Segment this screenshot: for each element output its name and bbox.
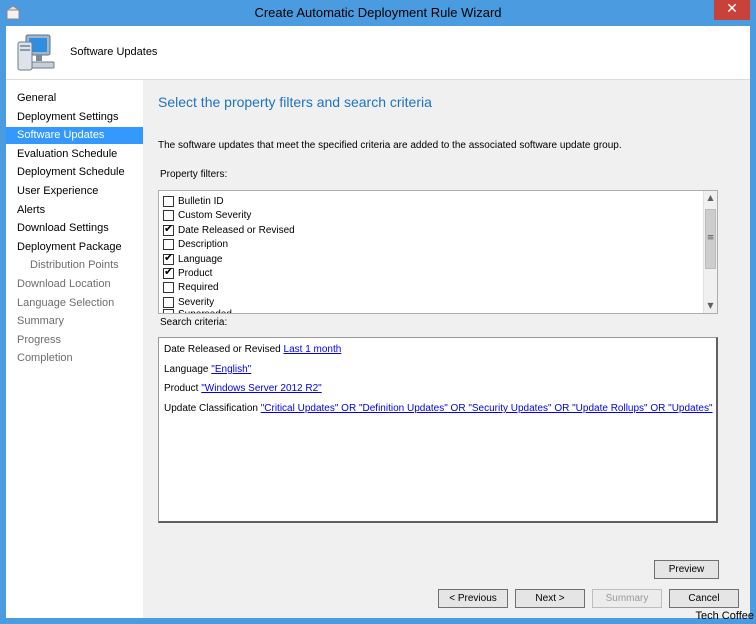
filter-checkbox[interactable] bbox=[163, 238, 174, 250]
cancel-button[interactable]: Cancel bbox=[669, 589, 739, 608]
close-button[interactable]: ✕ bbox=[714, 0, 750, 20]
summary-button[interactable]: Summary bbox=[592, 589, 662, 608]
checkmark-icon: ✔ bbox=[164, 250, 174, 264]
search-criteria-label: Search criteria: bbox=[160, 317, 228, 328]
criteria-line: Update Classification "Critical Updates"… bbox=[164, 403, 713, 414]
checkmark-icon: ✔ bbox=[164, 264, 174, 278]
nav-item-deployment-schedule[interactable]: Deployment Schedule bbox=[6, 164, 143, 181]
wizard-nav: General Deployment Settings Software Updat… bbox=[6, 80, 143, 618]
nav-item-deployment-package[interactable]: Deployment Package bbox=[6, 239, 143, 256]
filter-row[interactable]: Bulletin ID bbox=[163, 194, 224, 208]
filter-label: Required bbox=[178, 281, 219, 293]
filter-checkbox[interactable] bbox=[163, 296, 174, 308]
nav-item-general[interactable]: General bbox=[6, 90, 143, 107]
filter-label: Language bbox=[178, 253, 223, 265]
property-filters-label: Property filters: bbox=[160, 169, 228, 180]
criteria-property: Update Classification bbox=[164, 403, 261, 414]
filter-checkbox[interactable]: ✔ bbox=[163, 221, 174, 236]
filter-row[interactable]: Custom Severity bbox=[163, 208, 251, 222]
nav-item-completion[interactable]: Completion bbox=[6, 350, 143, 367]
nav-item-deployment-settings[interactable]: Deployment Settings bbox=[6, 109, 143, 126]
nav-item-alerts[interactable]: Alerts bbox=[6, 202, 143, 219]
criteria-value-link[interactable]: Last 1 month bbox=[284, 344, 342, 355]
watermark-text: Tech Coffee bbox=[695, 610, 754, 622]
search-criteria-box: Date Released or Revised Last 1 month Lan… bbox=[158, 337, 718, 523]
nav-item-language-selection[interactable]: Language Selection bbox=[6, 295, 143, 312]
preview-button[interactable]: Preview bbox=[654, 560, 719, 579]
criteria-value-link[interactable]: "Critical Updates" OR "Definition Update… bbox=[261, 403, 713, 414]
wizard-content: Select the property filters and search c… bbox=[143, 80, 750, 618]
previous-button[interactable]: < Previous bbox=[438, 589, 508, 608]
filter-row[interactable]: Severity bbox=[163, 295, 214, 309]
window-title: Create Automatic Deployment Rule Wizard bbox=[254, 5, 502, 20]
filter-row[interactable]: Required bbox=[163, 280, 219, 294]
property-filters-list[interactable]: SupersededSeverity Required ✔ Product ✔ Langu… bbox=[158, 190, 718, 314]
nav-item-download-settings[interactable]: Download Settings bbox=[6, 220, 143, 237]
filter-checkbox[interactable] bbox=[163, 309, 174, 313]
wizard-window: Create Automatic Deployment Rule Wizard … bbox=[0, 0, 756, 624]
filter-label: Superseded bbox=[178, 309, 232, 313]
filter-checkbox[interactable]: ✔ bbox=[163, 250, 174, 265]
criteria-line: Date Released or Revised Last 1 month bbox=[164, 344, 341, 355]
scroll-down-icon[interactable]: ▼ bbox=[704, 299, 717, 313]
nav-item-software-updates[interactable]: Software Updates bbox=[6, 127, 143, 144]
nav-item-summary[interactable]: Summary bbox=[6, 313, 143, 330]
computer-icon bbox=[17, 34, 55, 71]
filter-label: Bulletin ID bbox=[178, 195, 224, 207]
criteria-value-link[interactable]: "English" bbox=[211, 364, 251, 375]
filter-checkbox[interactable] bbox=[163, 195, 174, 207]
filter-label: Description bbox=[178, 238, 229, 250]
filter-checkbox[interactable] bbox=[163, 209, 174, 221]
criteria-line: Language "English" bbox=[164, 364, 251, 375]
filter-row[interactable]: Superseded bbox=[163, 309, 232, 313]
client-area: Software Updates General Deployment Setti… bbox=[6, 26, 750, 618]
filter-label: Custom Severity bbox=[178, 209, 252, 221]
filter-label: Date Released or Revised bbox=[178, 224, 295, 236]
filter-row[interactable]: ✔ Date Released or Revised bbox=[163, 221, 295, 237]
criteria-property: Date Released or Revised bbox=[164, 344, 284, 355]
filter-checkbox[interactable] bbox=[163, 281, 174, 293]
nav-item-evaluation-schedule[interactable]: Evaluation Schedule bbox=[6, 146, 143, 163]
scroll-thumb[interactable]: ≡ bbox=[705, 209, 716, 269]
nav-item-distribution-points[interactable]: Distribution Points bbox=[6, 257, 143, 274]
nav-item-user-experience[interactable]: User Experience bbox=[6, 183, 143, 200]
title-bar[interactable]: Create Automatic Deployment Rule Wizard … bbox=[0, 0, 756, 26]
page-heading: Select the property filters and search c… bbox=[158, 94, 432, 110]
criteria-property: Language bbox=[164, 364, 212, 375]
filter-row[interactable]: Description bbox=[163, 237, 228, 251]
filter-label: Product bbox=[178, 267, 213, 279]
page-description: The software updates that meet the speci… bbox=[158, 140, 622, 151]
nav-item-download-location[interactable]: Download Location bbox=[6, 276, 143, 293]
wizard-header: Software Updates bbox=[6, 26, 750, 80]
scroll-up-icon[interactable]: ▲ bbox=[704, 191, 717, 205]
next-button[interactable]: Next > bbox=[515, 589, 585, 608]
criteria-property: Product bbox=[164, 383, 202, 394]
property-filters-scrollbar[interactable]: ▲ ≡ ▼ bbox=[703, 191, 717, 313]
filter-row[interactable]: ✔ Language bbox=[163, 250, 223, 266]
filter-checkbox[interactable]: ✔ bbox=[163, 264, 174, 279]
header-title: Software Updates bbox=[70, 46, 158, 58]
checkmark-icon: ✔ bbox=[164, 221, 174, 235]
nav-item-progress[interactable]: Progress bbox=[6, 332, 143, 349]
criteria-value-link[interactable]: "Windows Server 2012 R2" bbox=[201, 383, 321, 394]
criteria-line: Product "Windows Server 2012 R2" bbox=[164, 383, 322, 394]
filter-label: Severity bbox=[178, 296, 215, 308]
filter-row[interactable]: ✔ Product bbox=[163, 264, 213, 280]
